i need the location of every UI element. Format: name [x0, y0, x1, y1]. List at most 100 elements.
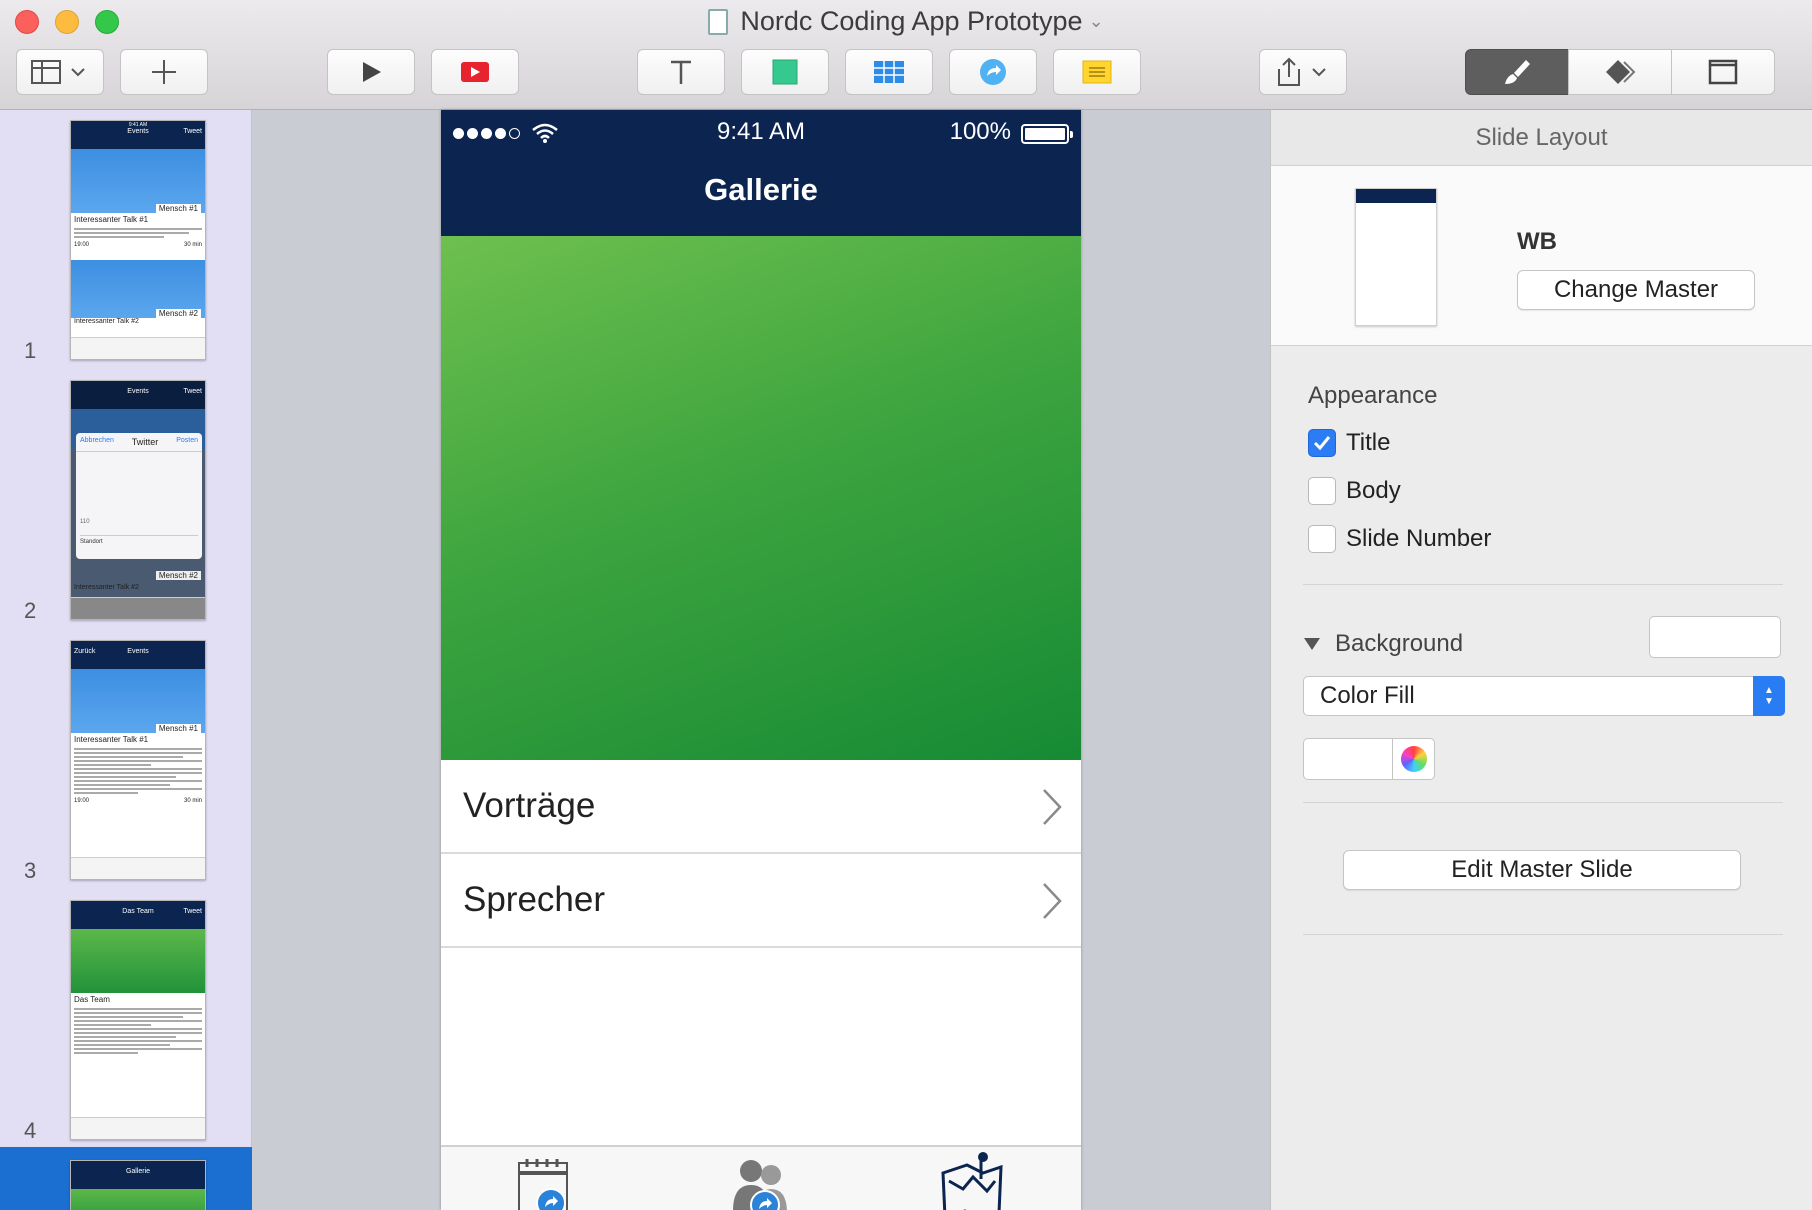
slide-number-1: 1 — [24, 338, 37, 363]
thumb-time: 19:00 — [74, 242, 90, 248]
thumb-dialog-cancel: Abbrechen — [80, 437, 114, 444]
fill-type-popup[interactable]: Color Fill ▲ ▼ — [1303, 676, 1785, 716]
add-slide-button[interactable] — [120, 49, 208, 95]
thumb-image-2: Mensch #2 — [71, 260, 205, 318]
body-checkbox-row[interactable]: Body — [1308, 476, 1401, 506]
color-wheel-button[interactable] — [1392, 739, 1434, 779]
paintbrush-icon — [1505, 60, 1530, 84]
chevron-right-icon — [1043, 883, 1062, 919]
thumb-duration: 30 min — [183, 798, 202, 804]
thumb-meta: 19:00 30 min — [71, 242, 205, 248]
popup-stepper-icon: ▲ ▼ — [1753, 676, 1785, 716]
chevron-down-icon: ⌄ — [1088, 11, 1104, 31]
thumb-tab-bar — [71, 857, 205, 879]
share-button[interactable] — [1259, 49, 1347, 95]
battery-percentage: 100% — [949, 118, 1011, 145]
phone-status-bar: 9:41 AM 100% — [441, 118, 1081, 148]
keynote-document-icon — [708, 9, 729, 35]
thumb-talk-title-2: Interessanter Talk #2 — [74, 318, 139, 325]
thumb-tab-bar — [71, 337, 205, 359]
comment-icon — [1082, 60, 1112, 84]
thumb-heading: Das Team — [74, 995, 110, 1004]
thumb-tab-bar — [71, 597, 205, 619]
section-divider — [1303, 934, 1783, 935]
comment-button[interactable] — [1053, 49, 1141, 95]
background-color-swatch[interactable] — [1649, 616, 1781, 658]
background-section-label: Background — [1335, 630, 1464, 657]
slide-thumbnail-4[interactable]: Das Team Tweet Das Team — [70, 900, 206, 1140]
thumb-nav-title: Events — [127, 648, 149, 655]
slide-thumbnail-2[interactable]: Events Tweet Abbrechen Twitter Posten 11… — [70, 380, 206, 620]
thumb-talk-title-2: Interessanter Talk #2 — [74, 584, 139, 591]
window-titlebar: Nordc Coding App Prototype ⌄ — [0, 0, 1812, 110]
title-checkbox[interactable] — [1308, 429, 1336, 457]
edit-master-slide-button[interactable]: Edit Master Slide — [1343, 850, 1741, 890]
slide-thumbnail-3[interactable]: Zurück Events Mensch #1 Interessanter Ta… — [70, 640, 206, 880]
calendar-tab-icon[interactable] — [515, 1157, 575, 1210]
body-checkbox-label: Body — [1346, 477, 1401, 504]
shape-button[interactable] — [741, 49, 829, 95]
phone-screen-title: Gallerie — [704, 172, 818, 207]
thumb-image: Mensch #1 — [71, 149, 205, 213]
thumb-image — [71, 929, 205, 993]
title-checkbox-label: Title — [1346, 429, 1391, 456]
window-title[interactable]: Nordc Coding App Prototype ⌄ — [0, 6, 1812, 37]
thumb-caption-2: Mensch #2 — [155, 309, 201, 318]
thumb-body-lines — [71, 746, 205, 798]
slide-number-checkbox-label: Slide Number — [1346, 525, 1492, 552]
thumb-nav-bar: Das Team Tweet — [71, 901, 205, 929]
inspector-title: Slide Layout — [1271, 110, 1812, 166]
thumb-nav-bar: Gallerie — [71, 1161, 205, 1189]
slide-phone-mockup[interactable]: 9:41 AM 100% Gallerie Vorträge Sprecher — [441, 110, 1081, 1210]
text-button[interactable] — [637, 49, 725, 95]
play-button[interactable] — [327, 49, 415, 95]
battery-icon — [1021, 124, 1073, 144]
phone-navigation-bar: 9:41 AM 100% Gallerie — [441, 110, 1081, 236]
thumb-nav-title: Das Team — [122, 908, 154, 915]
slide-number-checkbox[interactable] — [1308, 525, 1336, 553]
play-icon — [363, 62, 381, 82]
slide-number-checkbox-row[interactable]: Slide Number — [1308, 524, 1491, 554]
gallery-tab-icon[interactable] — [937, 1151, 1007, 1210]
keynote-live-button[interactable] — [431, 49, 519, 95]
team-tab-icon[interactable] — [721, 1157, 801, 1210]
shape-icon — [772, 59, 798, 85]
thumb-image — [71, 1189, 205, 1210]
document-icon — [1708, 59, 1738, 85]
list-row-sprecher[interactable]: Sprecher — [441, 854, 1081, 948]
background-section-toggle[interactable]: Background — [1303, 630, 1463, 658]
slide-number-4: 4 — [24, 1118, 37, 1143]
format-inspector-button[interactable] — [1465, 49, 1569, 95]
thumb-caption: Mensch #1 — [155, 204, 201, 213]
thumb-nav-title: Events — [127, 128, 149, 135]
slide-number-2: 2 — [24, 598, 37, 623]
thumb-meta: 19:00 30 min — [71, 798, 205, 804]
body-checkbox[interactable] — [1308, 477, 1336, 505]
phone-tab-bar — [441, 1145, 1081, 1210]
thumb-time: 19:00 — [74, 798, 90, 804]
checkmark-icon — [1313, 436, 1331, 451]
master-slide-thumbnail[interactable] — [1355, 188, 1437, 326]
thumb-nav-right: Tweet — [183, 128, 202, 135]
thumb-nav-bar: 9:41 AM Events Tweet — [71, 121, 205, 149]
thumb-nav-right: Tweet — [183, 388, 202, 395]
thumb-talk-title: Interessanter Talk #1 — [74, 215, 149, 224]
slide-thumbnail-5[interactable]: Gallerie — [70, 1160, 206, 1210]
thumb-dialog-header: Abbrechen Twitter Posten — [76, 433, 202, 452]
slide-thumbnail-1[interactable]: 9:41 AM Events Tweet Mensch #1 Interessa… — [70, 120, 206, 360]
master-section: WB Change Master — [1271, 166, 1812, 346]
table-button[interactable] — [845, 49, 933, 95]
plus-icon — [152, 60, 176, 84]
view-menu-button[interactable] — [16, 49, 104, 95]
media-button[interactable] — [949, 49, 1037, 95]
media-icon — [980, 59, 1006, 85]
thumb-dialog-location: Standort — [80, 535, 198, 545]
document-inspector-button[interactable] — [1671, 49, 1775, 95]
list-row-vortraege[interactable]: Vorträge — [441, 760, 1081, 854]
change-master-button[interactable]: Change Master — [1517, 270, 1755, 310]
animate-inspector-button[interactable] — [1568, 49, 1672, 95]
title-checkbox-row[interactable]: Title — [1308, 428, 1390, 458]
live-broadcast-icon — [461, 62, 489, 82]
share-icon — [1278, 57, 1326, 86]
fill-color-well[interactable] — [1303, 738, 1435, 780]
